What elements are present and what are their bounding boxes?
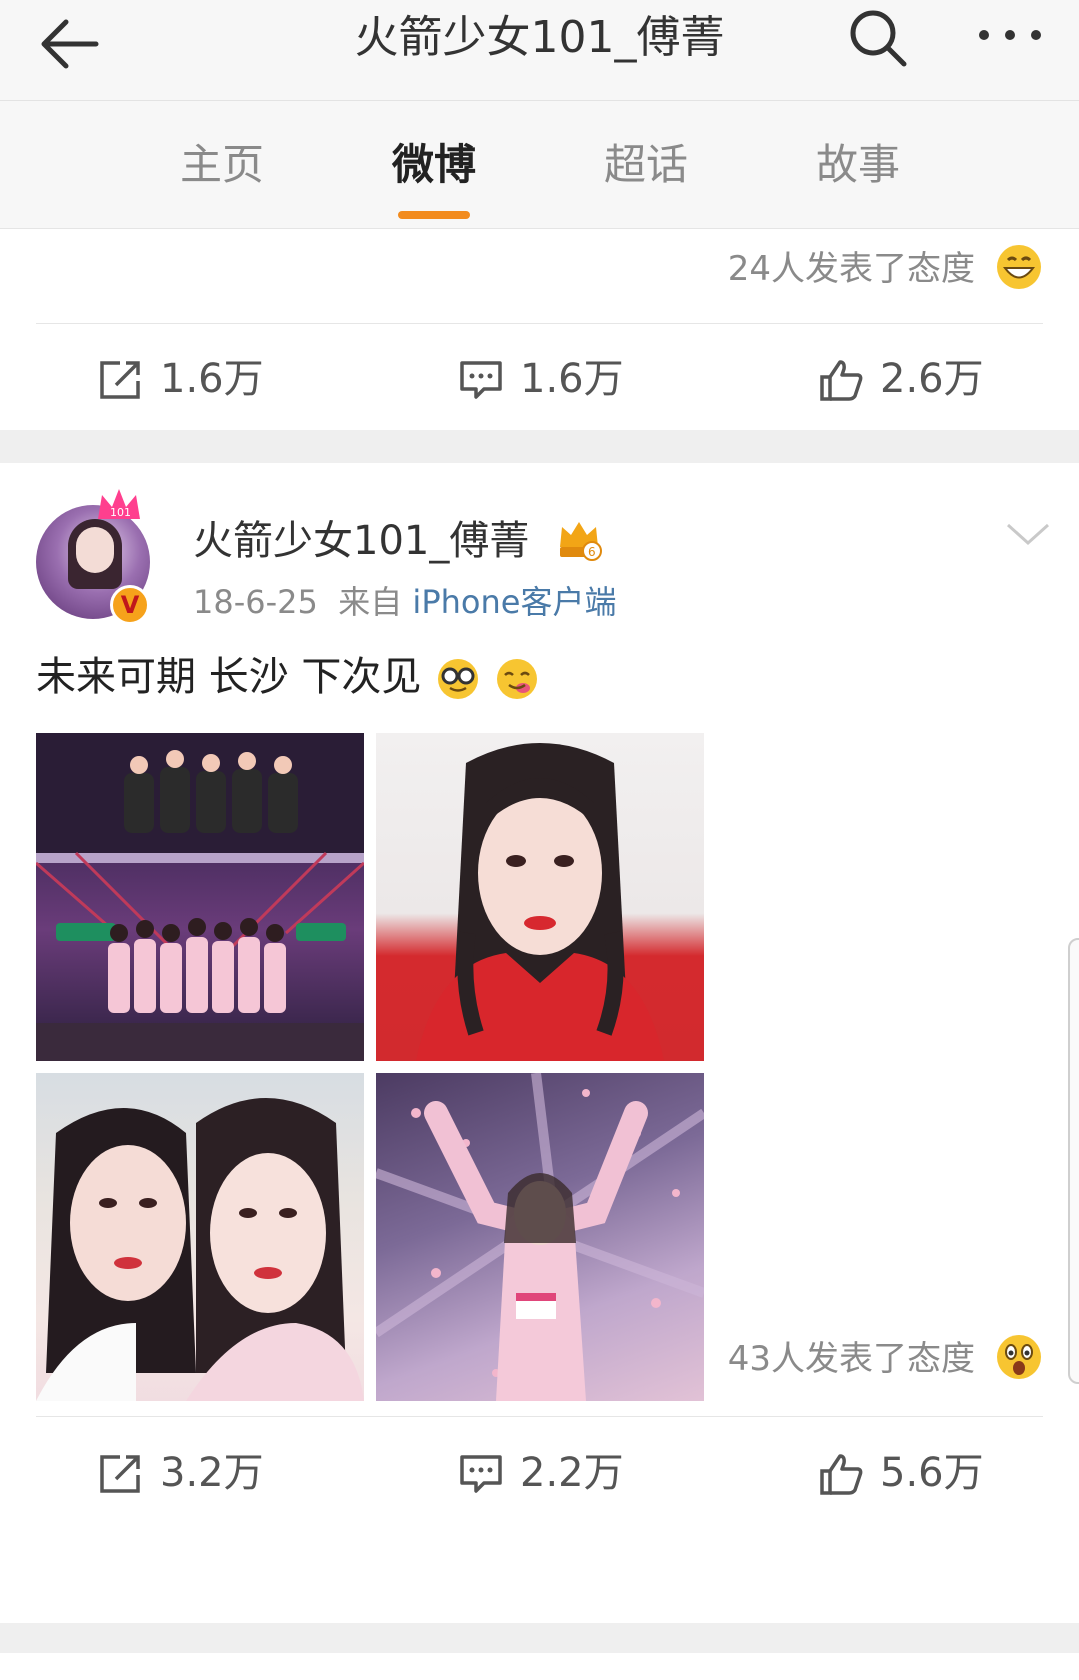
avatar[interactable]: 101 V [36, 489, 150, 625]
comment-icon [460, 361, 502, 399]
card-gap [0, 1623, 1079, 1653]
card-gap [0, 430, 1079, 463]
side-scroll-handle[interactable] [1068, 938, 1079, 1384]
nerd-glasses-emoji-icon [438, 659, 479, 699]
post-date: 18-6-25 [193, 583, 318, 621]
divider [36, 1416, 1043, 1417]
post-card-next [0, 1653, 1079, 1680]
photo-group-stage[interactable] [36, 733, 364, 1061]
repost-icon [100, 361, 140, 399]
repost-count: 1.6万 [160, 356, 264, 402]
post-meta: 18-6-25 来自 iPhone客户端 [193, 579, 616, 625]
red-jacket-selfie-photo-art [416, 743, 664, 1061]
top-bar: 火箭少女101_傅菁 [0, 0, 1079, 101]
tab-stories[interactable]: 故事 [788, 137, 928, 193]
post-source[interactable]: iPhone客户端 [412, 583, 616, 621]
verified-badge-icon: V [110, 585, 150, 625]
yum-emoji-icon [496, 659, 537, 699]
pink-stage-photo-art [376, 1073, 704, 1401]
comment-icon [460, 1455, 502, 1493]
photo-two-girls-selfie[interactable] [36, 1073, 364, 1401]
active-tab-indicator [398, 211, 470, 219]
post-card-previous: 24人发表了态度 1.6万 1.6万 2.6万 [0, 229, 1079, 430]
reactions-summary[interactable]: 43人发表了态度 [728, 1335, 975, 1383]
crown-badge-icon: 101 [98, 489, 140, 519]
page-title: 火箭少女101_傅菁 [354, 12, 725, 63]
post-username[interactable]: 火箭少女101_傅菁 [193, 513, 529, 569]
group-stage-photo-art [36, 733, 364, 1061]
source-prefix: 来自 [338, 583, 403, 621]
vip-crown-icon: 6 [560, 522, 602, 561]
thumbs-up-icon [820, 360, 863, 401]
profile-tabs: 主页 微博 超话 故事 [0, 101, 1079, 229]
tab-super-topic[interactable]: 超话 [576, 137, 716, 193]
two-girls-selfie-photo-art [36, 1098, 364, 1401]
comment-count: 1.6万 [520, 356, 624, 402]
repost-count: 3.2万 [160, 1450, 264, 1496]
comment-count: 2.2万 [520, 1450, 624, 1496]
search-button[interactable] [846, 6, 910, 70]
more-button[interactable] [972, 10, 1052, 60]
search-icon [850, 10, 907, 67]
like-count: 5.6万 [880, 1450, 984, 1496]
reactions-summary[interactable]: 24人发表了态度 [728, 245, 975, 293]
photo-pink-stage[interactable] [376, 1073, 704, 1401]
thumbs-up-icon [820, 1454, 863, 1495]
svg-text:101: 101 [110, 506, 131, 519]
post-card: 101 V 火箭少女101_傅菁 6 18-6-25 来自 iPhone客户端 … [0, 463, 1079, 1623]
avatar-face [76, 527, 114, 573]
repost-icon [100, 1455, 140, 1493]
post-text-content: 未来可期 长沙 下次见 [36, 654, 422, 700]
surprised-emoji-icon [997, 1335, 1041, 1379]
chevron-down-icon[interactable] [1004, 519, 1052, 549]
post-text: 未来可期 长沙 下次见 [36, 649, 539, 705]
grin-emoji-icon [997, 245, 1041, 289]
photo-red-jacket-selfie[interactable] [376, 733, 704, 1061]
tab-home[interactable]: 主页 [152, 137, 292, 193]
divider [36, 323, 1043, 324]
like-count: 2.6万 [880, 356, 984, 402]
svg-text:6: 6 [588, 545, 596, 559]
tab-weibo[interactable]: 微博 [364, 137, 504, 193]
more-dots-icon [979, 30, 1041, 40]
